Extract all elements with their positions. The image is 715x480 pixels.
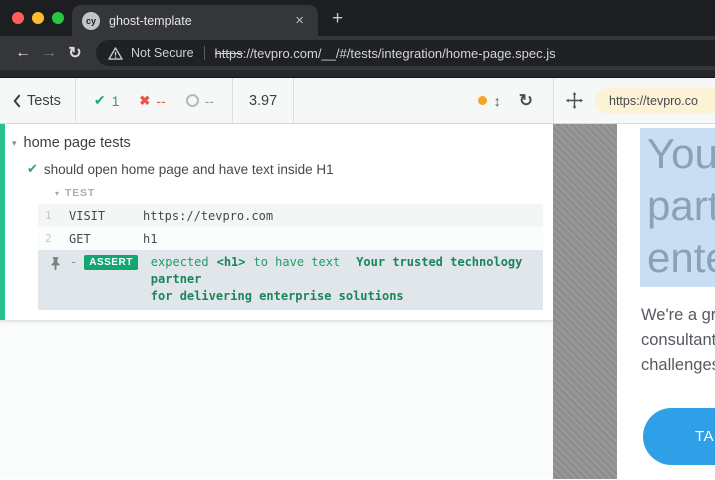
viewport-arrow-icon: ↕ bbox=[494, 93, 501, 109]
cypress-toolbar: Tests ✔ 1 ✖ -- -- 3.97 bbox=[0, 78, 715, 124]
hook-header[interactable]: ▾ TEST bbox=[0, 186, 553, 200]
app-url-text: https://tevpro.co bbox=[609, 94, 698, 108]
window-controls bbox=[12, 12, 64, 24]
pending-circle-icon bbox=[186, 94, 199, 107]
back-to-tests-button[interactable]: Tests bbox=[0, 78, 75, 123]
paragraph-line: consultant bbox=[641, 328, 715, 353]
browser-reload-icon[interactable]: ↻ bbox=[62, 43, 88, 63]
pending-count: -- bbox=[205, 93, 214, 109]
highlighted-h1[interactable]: Your trusted technology partner for deli… bbox=[640, 128, 715, 287]
address-bar[interactable]: Not Secure https://tevpro.com/__/#/tests… bbox=[96, 40, 715, 66]
command-arg: h1 bbox=[143, 232, 157, 246]
reporter-empty-area bbox=[0, 321, 553, 479]
passed-check-icon: ✔ bbox=[94, 92, 106, 109]
test-row[interactable]: ✔ should open home page and have text in… bbox=[0, 159, 553, 179]
test-title: should open home page and have text insi… bbox=[44, 162, 334, 177]
command-number: 1 bbox=[38, 209, 58, 222]
tab-close-icon[interactable]: × bbox=[291, 11, 308, 30]
paragraph-line: challenges bbox=[641, 353, 715, 378]
test-stats: ✔ 1 ✖ -- -- bbox=[76, 92, 232, 109]
tab-title: ghost-template bbox=[109, 14, 291, 28]
toolbar-left: Tests ✔ 1 ✖ -- -- 3.97 bbox=[0, 78, 553, 123]
failed-cross-icon: ✖ bbox=[139, 93, 150, 109]
pass-indicator-bar bbox=[0, 124, 5, 320]
hook-label: TEST bbox=[65, 187, 95, 199]
window-zoom-button[interactable] bbox=[52, 12, 64, 24]
passed-count: 1 bbox=[112, 93, 120, 109]
page-url: https://tevpro.com/__/#/tests/integratio… bbox=[215, 46, 556, 61]
test-passed-check-icon: ✔ bbox=[27, 161, 38, 177]
suite-title: home page tests bbox=[24, 135, 131, 151]
assert-dash: - bbox=[70, 254, 77, 271]
browser-tab-strip: cy ghost-template × + bbox=[0, 0, 715, 36]
command-row-get[interactable]: 2 GET h1 bbox=[38, 227, 543, 250]
chrome-bottom-strip bbox=[0, 70, 715, 78]
collapse-triangle-icon: ▾ bbox=[55, 189, 59, 198]
paragraph-line: We're a gr bbox=[641, 303, 715, 328]
stat-passed: ✔ 1 bbox=[94, 92, 120, 109]
not-secure-warning-icon[interactable] bbox=[108, 47, 123, 60]
main-split: ▾ home page tests ✔ should open home pag… bbox=[0, 124, 715, 479]
app-preview-area: Your trusted technology partner for deli… bbox=[553, 124, 715, 479]
forward-icon[interactable]: → bbox=[36, 44, 62, 62]
command-log: 1 VISIT https://tevpro.com 2 GET h1 bbox=[38, 204, 543, 310]
collapse-triangle-icon: ▾ bbox=[12, 138, 17, 149]
suite-block: ▾ home page tests ✔ should open home pag… bbox=[0, 124, 553, 321]
command-name: VISIT bbox=[69, 209, 133, 223]
assert-value-line2: for delivering enterprise solutions bbox=[151, 289, 404, 303]
browser-address-row: ← → ↻ Not Secure https://tevpro.com/__/#… bbox=[0, 36, 715, 70]
url-scheme-struck: https bbox=[215, 46, 243, 61]
cypress-favicon-icon: cy bbox=[82, 12, 100, 30]
screen: cy ghost-template × + ← → ↻ Not Secure h… bbox=[0, 0, 715, 480]
app-iframe: Your trusted technology partner for deli… bbox=[617, 124, 715, 479]
back-to-tests-label: Tests bbox=[27, 93, 61, 109]
new-tab-button[interactable]: + bbox=[332, 8, 343, 36]
selector-playground-button[interactable] bbox=[554, 92, 595, 109]
viewport-dot-icon bbox=[478, 96, 487, 105]
suite-header[interactable]: ▾ home page tests bbox=[0, 132, 553, 154]
toolbar-right: https://tevpro.co bbox=[554, 78, 715, 123]
assert-verb: to have text bbox=[254, 255, 341, 269]
stat-failed: ✖ -- bbox=[139, 93, 165, 109]
cypress-reporter: ▾ home page tests ✔ should open home pag… bbox=[0, 124, 553, 479]
chevron-left-icon bbox=[12, 94, 21, 108]
not-secure-label: Not Secure bbox=[131, 46, 194, 60]
assert-target: <h1> bbox=[217, 255, 246, 269]
app-url-field[interactable]: https://tevpro.co bbox=[595, 88, 715, 114]
stat-pending: -- bbox=[186, 93, 214, 109]
app-paragraph: We're a gr consultant challenges bbox=[641, 303, 715, 378]
restart-tests-icon[interactable]: ↻ bbox=[519, 91, 533, 111]
cta-button[interactable]: TA bbox=[643, 408, 715, 465]
back-icon[interactable]: ← bbox=[10, 44, 36, 62]
url-rest: ://tevpro.com/__/#/tests/integration/hom… bbox=[243, 46, 556, 61]
command-row-assert[interactable]: - ASSERT expected<h1>to have textYour tr… bbox=[38, 250, 543, 310]
toolbar-divider bbox=[293, 78, 294, 123]
assert-badge: ASSERT bbox=[84, 255, 138, 270]
command-row-visit[interactable]: 1 VISIT https://tevpro.com bbox=[38, 204, 543, 227]
failed-count: -- bbox=[156, 93, 165, 109]
command-number: 2 bbox=[38, 232, 58, 245]
url-divider bbox=[204, 46, 205, 60]
command-arg: https://tevpro.com bbox=[143, 209, 273, 223]
crosshair-icon bbox=[566, 92, 583, 109]
window-close-button[interactable] bbox=[12, 12, 24, 24]
browser-tab[interactable]: cy ghost-template × bbox=[72, 5, 318, 36]
viewport-indicator[interactable]: ↕ bbox=[478, 93, 501, 109]
window-minimize-button[interactable] bbox=[32, 12, 44, 24]
assert-expected: expected bbox=[151, 255, 209, 269]
pin-icon[interactable] bbox=[50, 256, 61, 271]
command-name: GET bbox=[69, 232, 133, 246]
test-duration: 3.97 bbox=[233, 93, 293, 109]
assert-message: expected<h1>to have textYour trusted tec… bbox=[151, 254, 543, 305]
